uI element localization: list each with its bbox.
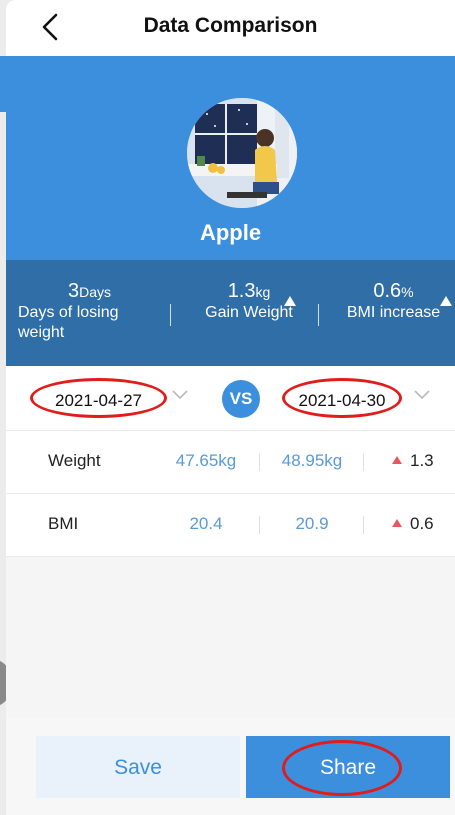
stat-bmi-increase: 0.6% BMI increase [332,280,455,323]
avatar[interactable] [187,98,297,208]
row-value-a: 20.4 [189,514,223,533]
profile-banner: Apple [6,56,455,260]
divider [259,453,260,471]
row-difference: 1.3 [392,451,434,471]
avatar-illustration [187,98,297,208]
stat-unit: % [401,284,414,300]
action-bar: Save Share [6,718,455,815]
row-value-a: 47.65kg [175,451,237,470]
divider [170,304,171,326]
stat-unit: Days [79,284,112,300]
increase-arrow-icon [284,296,296,306]
divider [363,453,364,471]
row-difference-value: 0.6 [410,514,434,533]
date-a-select[interactable]: 2021-04-27 [30,378,167,418]
row-label: BMI [48,514,79,533]
stat-label: Days of losing weight [18,304,119,341]
stat-value: 3 [68,280,80,302]
stat-unit: kg [255,284,271,300]
save-button[interactable]: Save [36,736,240,798]
row-value-b: 20.9 [295,514,329,533]
data-comparison-panel: Data Comparison Apple 3Days Days of losi… [6,0,455,815]
page-title: Data Comparison [143,14,318,37]
chevron-down-icon[interactable] [172,390,188,400]
table-row: BMI 20.4 20.9 0.6 [6,494,455,557]
stat-days-losing-weight: 3Days Days of losing weight [18,280,168,343]
stat-value: 0.6 [373,280,402,302]
user-name: Apple [199,220,262,245]
date-b-select[interactable]: 2021-04-30 [282,378,402,418]
stat-label: Gain Weight [205,304,293,321]
date-compare-row: 2021-04-27 VS 2021-04-30 [6,366,455,431]
divider [363,516,364,534]
increase-arrow-icon [392,519,402,528]
divider [259,516,260,534]
row-label: Weight [48,451,101,470]
stat-label: BMI increase [346,304,441,321]
divider [318,304,319,326]
table-row: Weight 47.65kg 48.95kg 1.3 [6,431,455,494]
row-difference-value: 1.3 [410,451,434,470]
header: Data Comparison [6,0,455,56]
increase-arrow-icon [392,456,402,465]
chevron-down-icon[interactable] [414,390,430,400]
vs-badge: VS [222,380,260,418]
stats-bar: 3Days Days of losing weight 1.3kg Gain W… [6,260,455,366]
share-button[interactable]: Share [246,736,450,798]
row-difference: 0.6 [392,514,434,534]
row-value-b: 48.95kg [281,451,343,470]
increase-arrow-icon [440,296,452,306]
stat-value: 1.3 [227,280,256,302]
